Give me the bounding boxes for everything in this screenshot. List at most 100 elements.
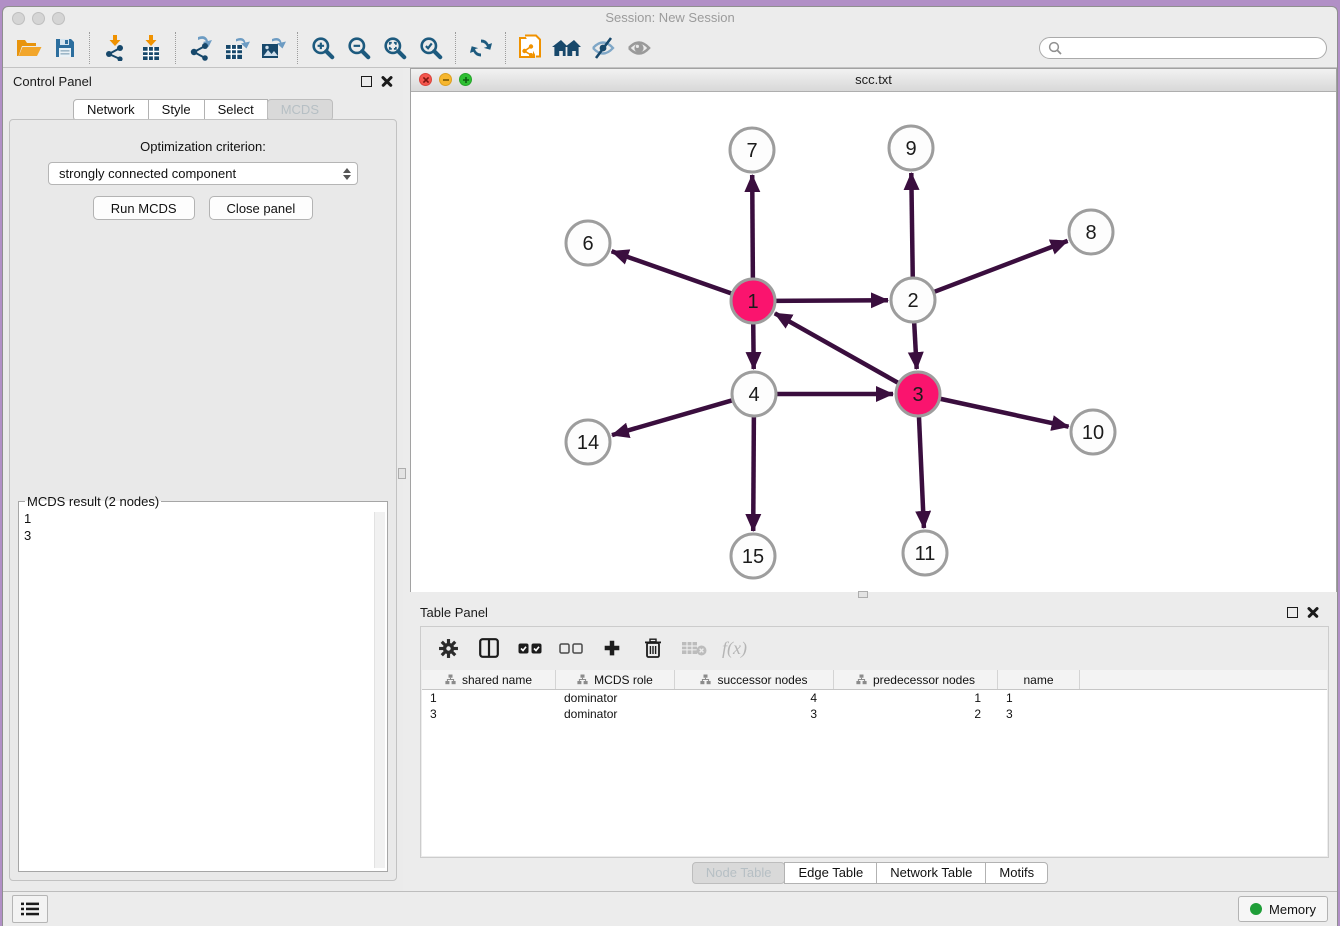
tab-mcds[interactable]: MCDS — [267, 99, 333, 121]
graph-node-label: 4 — [748, 384, 759, 406]
graph-node-label: 9 — [905, 138, 916, 160]
horizontal-splitter-grip[interactable] — [858, 591, 868, 598]
zoom-in-icon[interactable] — [305, 32, 341, 64]
graph-svg[interactable]: 1234678910111415 — [411, 92, 1336, 592]
mcds-result-node: 3 — [24, 527, 382, 544]
graph-edge-3-11[interactable] — [919, 413, 924, 528]
import-network-icon[interactable] — [97, 32, 133, 64]
table-row[interactable]: 3 dominator 3 2 3 — [422, 706, 1327, 722]
zoom-fit-icon[interactable] — [377, 32, 413, 64]
mcds-result-title: MCDS result (2 nodes) — [25, 494, 161, 509]
float-table-panel-icon[interactable] — [1287, 607, 1298, 618]
task-history-button[interactable] — [12, 895, 48, 923]
tab-edge-table[interactable]: Edge Table — [784, 862, 877, 884]
table-toolbar: f(x) — [421, 627, 1328, 669]
search-box[interactable] — [1039, 37, 1327, 59]
add-column-icon[interactable] — [599, 635, 625, 661]
control-panel-tabs: Network Style Select MCDS — [3, 99, 403, 121]
table-panel-box: f(x) shared name MCDS role — [420, 626, 1329, 858]
toolbar-separator — [505, 32, 507, 64]
search-input[interactable] — [1067, 40, 1318, 57]
cell-name[interactable]: 1 — [998, 691, 1080, 705]
cell-mcds-role[interactable]: dominator — [556, 691, 675, 705]
cell-successor-nodes[interactable]: 3 — [675, 707, 834, 721]
toolbar-separator — [175, 32, 177, 64]
cell-shared-name[interactable]: 3 — [422, 707, 556, 721]
window-titlebar: Session: New Session — [3, 7, 1337, 29]
column-header-predecessor-nodes[interactable]: predecessor nodes — [834, 670, 998, 689]
main-content: Control Panel Network Style Select MCDS … — [3, 68, 1337, 891]
deselect-all-rows-icon[interactable] — [558, 635, 584, 661]
export-table-icon[interactable] — [219, 32, 255, 64]
hide-selected-icon[interactable] — [585, 32, 621, 64]
table-panel-title: Table Panel — [420, 605, 488, 620]
clone-network-icon[interactable] — [513, 32, 549, 64]
graph-edge-1-6[interactable] — [612, 251, 736, 294]
table-row[interactable]: 1 dominator 4 1 1 — [422, 690, 1327, 706]
tab-network[interactable]: Network — [73, 99, 149, 121]
delete-column-icon[interactable] — [640, 635, 666, 661]
graph-edge-2-8[interactable] — [931, 241, 1068, 293]
tab-node-table[interactable]: Node Table — [692, 862, 786, 884]
list-icon — [21, 902, 39, 916]
close-table-panel-icon[interactable] — [1307, 606, 1319, 618]
show-all-icon[interactable] — [621, 32, 657, 64]
toolbar-separator — [297, 32, 299, 64]
refresh-icon[interactable] — [463, 32, 499, 64]
column-header-shared-name[interactable]: shared name — [422, 670, 556, 689]
open-session-icon[interactable] — [11, 32, 47, 64]
graph-edge-1-2[interactable] — [772, 300, 888, 301]
column-label: name — [1023, 673, 1053, 687]
table-panel: Table Panel — [403, 598, 1337, 891]
cell-predecessor-nodes[interactable]: 2 — [834, 707, 998, 721]
zoom-selected-icon[interactable] — [413, 32, 449, 64]
memory-status-icon — [1250, 903, 1262, 915]
tab-network-table[interactable]: Network Table — [876, 862, 986, 884]
memory-button[interactable]: Memory — [1238, 896, 1328, 922]
network-view-window: scc.txt 1234678910111415 — [410, 68, 1337, 592]
graph-edge-4-14[interactable] — [612, 399, 736, 435]
column-header-name[interactable]: name — [998, 670, 1080, 689]
hierarchy-icon — [700, 674, 711, 685]
first-neighbors-icon[interactable] — [549, 32, 585, 64]
import-table-icon[interactable] — [133, 32, 169, 64]
close-panel-icon[interactable] — [381, 75, 393, 87]
graph-edge-1-7[interactable] — [752, 175, 753, 282]
graph-edge-4-15[interactable] — [753, 413, 754, 531]
table-options-icon[interactable] — [435, 635, 461, 661]
cell-shared-name[interactable]: 1 — [422, 691, 556, 705]
criterion-select[interactable]: strongly connected component — [48, 162, 358, 185]
cell-successor-nodes[interactable]: 4 — [675, 691, 834, 705]
graph-edge-3-1[interactable] — [775, 313, 902, 384]
tab-style[interactable]: Style — [148, 99, 205, 121]
tab-select[interactable]: Select — [204, 99, 268, 121]
export-network-icon[interactable] — [183, 32, 219, 64]
run-mcds-button[interactable]: Run MCDS — [93, 196, 195, 220]
network-canvas[interactable]: 1234678910111415 — [411, 92, 1336, 592]
vertical-splitter-grip[interactable] — [398, 468, 406, 479]
cell-predecessor-nodes[interactable]: 1 — [834, 691, 998, 705]
zoom-out-icon[interactable] — [341, 32, 377, 64]
column-label: predecessor nodes — [873, 673, 975, 687]
select-all-rows-icon[interactable] — [517, 635, 543, 661]
graph-edge-3-10[interactable] — [937, 398, 1069, 427]
graph-node-label: 15 — [742, 546, 764, 568]
column-header-successor-nodes[interactable]: successor nodes — [675, 670, 834, 689]
column-header-mcds-role[interactable]: MCDS role — [556, 670, 675, 689]
graph-edge-2-3[interactable] — [914, 319, 917, 369]
window-title: Session: New Session — [3, 10, 1337, 25]
export-image-icon[interactable] — [255, 32, 291, 64]
tab-motifs[interactable]: Motifs — [985, 862, 1048, 884]
close-panel-button[interactable]: Close panel — [209, 196, 314, 220]
graph-edge-2-9[interactable] — [911, 173, 913, 281]
network-view-titlebar: scc.txt — [411, 69, 1336, 92]
search-icon — [1048, 41, 1062, 55]
select-chevrons-icon — [343, 168, 351, 180]
float-panel-icon[interactable] — [361, 76, 372, 87]
cell-mcds-role[interactable]: dominator — [556, 707, 675, 721]
result-scrollbar[interactable] — [374, 512, 385, 868]
column-selector-icon[interactable] — [476, 635, 502, 661]
cell-name[interactable]: 3 — [998, 707, 1080, 721]
save-session-icon[interactable] — [47, 32, 83, 64]
graph-edge-1-4[interactable] — [753, 320, 754, 369]
